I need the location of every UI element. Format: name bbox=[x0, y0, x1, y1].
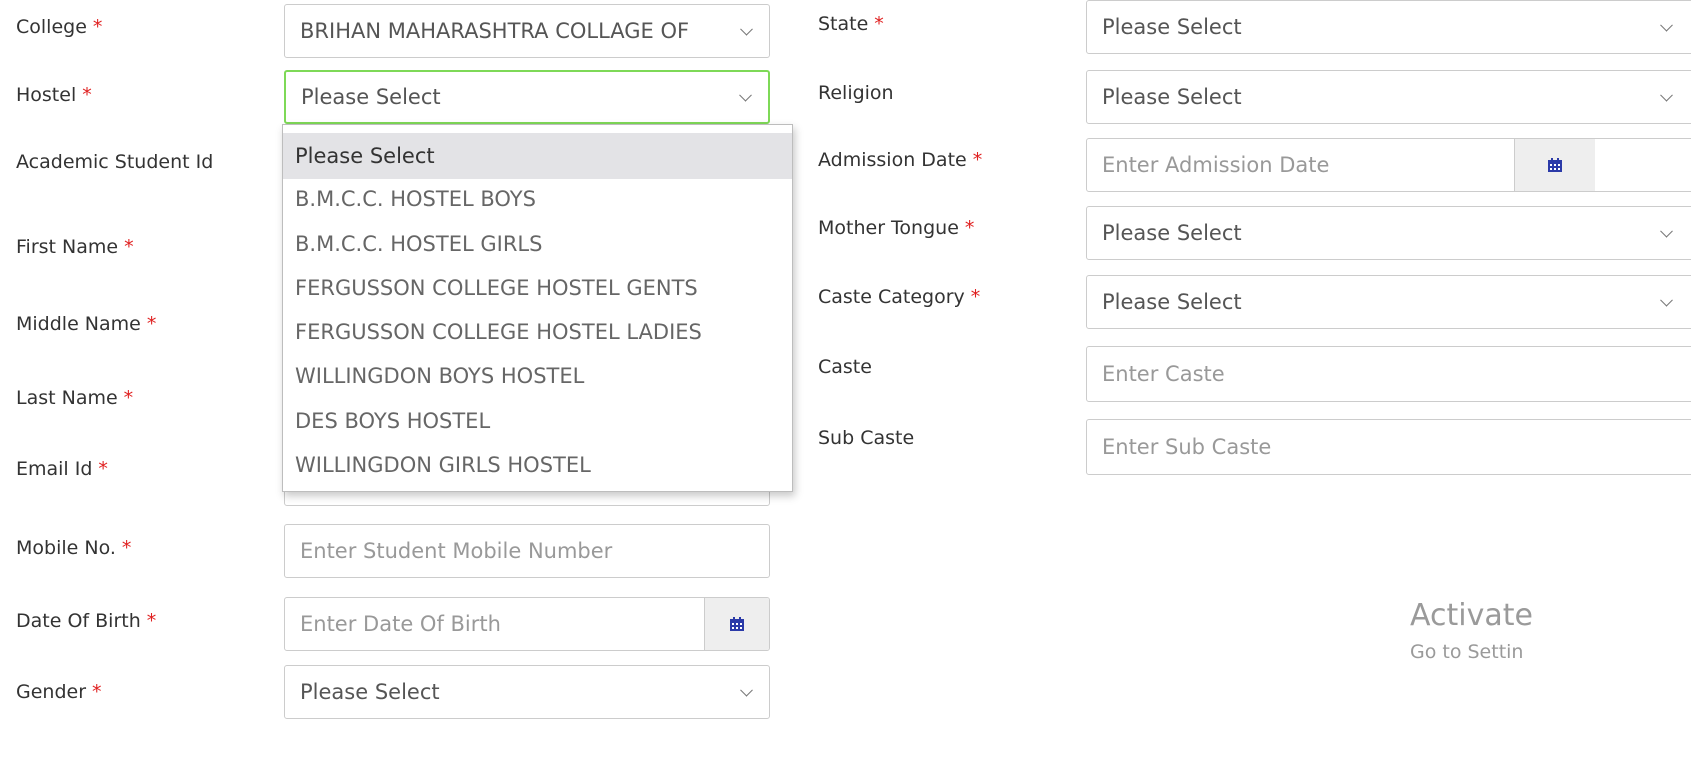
chevron-down-icon bbox=[740, 22, 753, 36]
hostel-select[interactable]: Please Select bbox=[284, 70, 770, 124]
hostel-dropdown-list: Please Select B.M.C.C. HOSTEL BOYS B.M.C… bbox=[282, 124, 793, 492]
gender-select[interactable]: Please Select bbox=[284, 665, 770, 719]
first-name-label: First Name * bbox=[16, 236, 134, 258]
last-name-label: Last Name * bbox=[16, 387, 134, 409]
middle-name-label: Middle Name * bbox=[16, 313, 157, 335]
chevron-down-icon bbox=[1660, 224, 1673, 238]
caste-placeholder: Enter Caste bbox=[1102, 362, 1225, 386]
hostel-option[interactable]: DES BOYS HOSTEL bbox=[283, 398, 792, 444]
required-marker: * bbox=[146, 313, 157, 335]
hostel-select-value: Please Select bbox=[301, 85, 441, 109]
required-marker: * bbox=[121, 537, 132, 559]
college-select-value: BRIHAN MAHARASHTRA COLLAGE OF bbox=[300, 19, 690, 43]
required-marker: * bbox=[964, 217, 975, 239]
required-marker: * bbox=[92, 16, 103, 38]
activation-watermark-title: Activate bbox=[1410, 598, 1533, 633]
state-select[interactable]: Please Select bbox=[1086, 0, 1691, 54]
academic-student-id-label: Academic Student Id bbox=[16, 151, 214, 173]
chevron-down-icon bbox=[1660, 293, 1673, 307]
mobile-number-input[interactable]: Enter Student Mobile Number bbox=[284, 524, 770, 578]
admission-date-label: Admission Date * bbox=[818, 149, 983, 171]
email-id-label: Email Id * bbox=[16, 458, 108, 480]
caste-label: Caste bbox=[818, 356, 872, 378]
religion-select[interactable]: Please Select bbox=[1086, 70, 1691, 124]
caste-category-label: Caste Category * bbox=[818, 286, 981, 308]
caste-input[interactable]: Enter Caste bbox=[1086, 346, 1691, 402]
gender-select-value: Please Select bbox=[300, 680, 440, 704]
calendar-icon bbox=[1548, 158, 1562, 172]
caste-category-select[interactable]: Please Select bbox=[1086, 275, 1691, 329]
hostel-option[interactable]: WILLINGDON GIRLS HOSTEL bbox=[283, 442, 792, 488]
required-marker: * bbox=[124, 236, 134, 258]
sub-caste-placeholder: Enter Sub Caste bbox=[1102, 435, 1272, 459]
chevron-down-icon bbox=[740, 683, 753, 697]
religion-select-value: Please Select bbox=[1102, 85, 1242, 109]
activation-watermark-subtitle: Go to Settin bbox=[1410, 641, 1524, 663]
date-of-birth-calendar-button[interactable] bbox=[704, 598, 769, 650]
required-marker: * bbox=[92, 681, 102, 703]
hostel-option[interactable]: FERGUSSON COLLEGE HOSTEL GENTS bbox=[283, 265, 792, 311]
chevron-down-icon bbox=[1660, 88, 1673, 102]
state-label: State * bbox=[818, 13, 884, 35]
mother-tongue-select-value: Please Select bbox=[1102, 221, 1242, 245]
college-label: College * bbox=[16, 16, 103, 38]
date-of-birth-placeholder: Enter Date Of Birth bbox=[300, 612, 501, 636]
date-of-birth-label: Date Of Birth * bbox=[16, 610, 157, 632]
hostel-option[interactable]: Please Select bbox=[283, 133, 792, 179]
hostel-option[interactable]: FERGUSSON COLLEGE HOSTEL LADIES bbox=[283, 309, 792, 355]
required-marker: * bbox=[123, 387, 134, 409]
mobile-number-placeholder: Enter Student Mobile Number bbox=[300, 539, 613, 563]
chevron-down-icon bbox=[1660, 18, 1673, 32]
required-marker: * bbox=[874, 13, 884, 35]
required-marker: * bbox=[970, 286, 981, 308]
gender-label: Gender * bbox=[16, 681, 102, 703]
hostel-option[interactable]: B.M.C.C. HOSTEL GIRLS bbox=[283, 221, 792, 267]
chevron-down-icon bbox=[739, 88, 752, 102]
admission-date-placeholder: Enter Admission Date bbox=[1102, 153, 1330, 177]
sub-caste-label: Sub Caste bbox=[818, 427, 915, 449]
caste-category-select-value: Please Select bbox=[1102, 290, 1242, 314]
required-marker: * bbox=[972, 149, 983, 171]
state-select-value: Please Select bbox=[1102, 15, 1242, 39]
hostel-option[interactable]: B.M.C.C. HOSTEL BOYS bbox=[283, 176, 792, 222]
mother-tongue-select[interactable]: Please Select bbox=[1086, 206, 1691, 260]
mobile-no-label: Mobile No. * bbox=[16, 537, 132, 559]
calendar-icon bbox=[730, 617, 744, 631]
required-marker: * bbox=[146, 610, 157, 632]
hostel-label: Hostel * bbox=[16, 84, 92, 106]
college-select[interactable]: BRIHAN MAHARASHTRA COLLAGE OF bbox=[284, 4, 770, 58]
sub-caste-input[interactable]: Enter Sub Caste bbox=[1086, 419, 1691, 475]
required-marker: * bbox=[98, 458, 108, 480]
religion-label: Religion bbox=[818, 82, 894, 104]
date-of-birth-input[interactable]: Enter Date Of Birth bbox=[284, 597, 770, 651]
mother-tongue-label: Mother Tongue * bbox=[818, 217, 975, 239]
hostel-option[interactable]: WILLINGDON BOYS HOSTEL bbox=[283, 353, 792, 399]
admission-date-calendar-button[interactable] bbox=[1514, 139, 1595, 191]
required-marker: * bbox=[82, 84, 92, 106]
admission-date-input[interactable]: Enter Admission Date bbox=[1086, 138, 1691, 192]
